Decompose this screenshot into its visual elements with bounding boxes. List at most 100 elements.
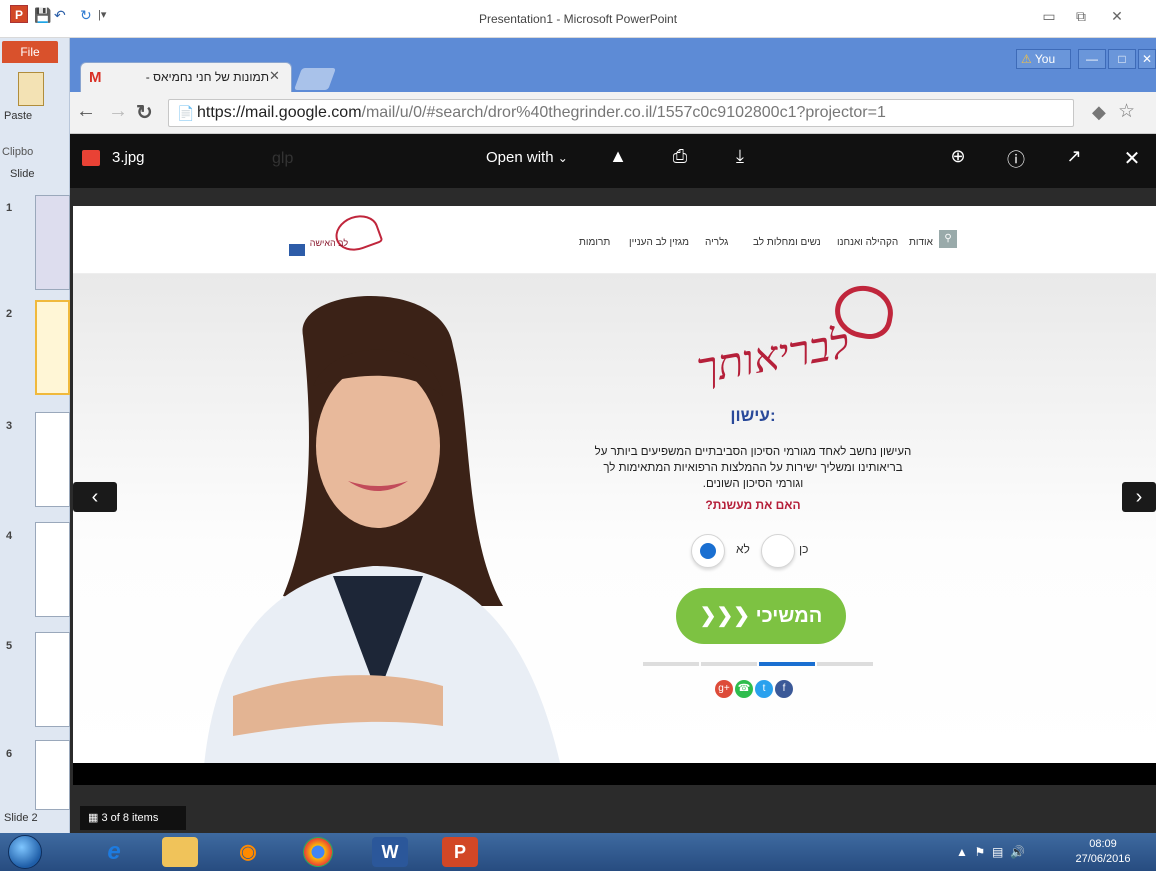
save-icon[interactable]: 💾	[34, 6, 51, 24]
print-icon[interactable]: ⎙	[666, 146, 694, 167]
slide-thumbnail[interactable]	[35, 412, 70, 507]
section-question: האם את מעשנת?	[705, 498, 801, 512]
paste-button-label[interactable]: Paste	[4, 110, 32, 122]
clock-date: 27/06/2016	[1075, 853, 1131, 865]
restore-icon[interactable]: ⧉	[1068, 6, 1094, 26]
bookmark-star-icon[interactable]: ☆	[1118, 100, 1135, 123]
forward-icon[interactable]: →	[108, 100, 128, 123]
powerpoint-logo-icon[interactable]: P	[10, 5, 28, 23]
clipboard-group-label: Clipbo	[2, 146, 34, 158]
items-counter-text: 3 of 8 items	[101, 812, 159, 824]
continue-button: המשיכי ❮❮❮	[676, 588, 846, 644]
whatsapp-icon: ☎	[735, 680, 753, 698]
slide-thumbnail[interactable]	[35, 522, 70, 617]
slide-thumbnail[interactable]	[35, 740, 70, 810]
slide-number: 6	[6, 748, 13, 760]
url-path: /mail/u/0/#search/dror%40thegrinder.co.i…	[361, 104, 886, 121]
system-clock[interactable]: 08:09 27/06/2016	[1058, 837, 1148, 867]
internet-explorer-icon[interactable]: e	[96, 837, 132, 867]
progress-segment	[701, 662, 757, 666]
chrome-restore-icon[interactable]: □	[1108, 49, 1136, 69]
open-in-new-window-icon[interactable]: ↗	[1060, 146, 1088, 167]
progress-segment-active	[759, 662, 815, 666]
site-logo-text: לב האישה	[309, 238, 349, 248]
slide-status-text: Slide 2	[4, 812, 38, 824]
site-search-icon: ⚲	[939, 230, 957, 248]
file-tab[interactable]: File	[2, 41, 58, 63]
powerpoint-taskbar-icon[interactable]: P	[442, 837, 478, 867]
tab-title: תמונות של חני נחמיאס -	[145, 70, 269, 84]
minimize-icon[interactable]: ▭	[1036, 6, 1062, 26]
items-counter[interactable]: ▦ 3 of 8 items	[80, 806, 186, 830]
open-with-button[interactable]: Open with ⌄	[486, 149, 568, 166]
slide-thumbnail[interactable]	[35, 195, 70, 290]
facebook-icon: f	[775, 680, 793, 698]
profile-badge[interactable]: ⚠ You	[1016, 49, 1071, 69]
browser-tab[interactable]: M תמונות של חני נחמיאס - ✕	[80, 62, 292, 92]
profile-name: You	[1034, 52, 1056, 66]
grid-icon: ▦	[88, 812, 99, 824]
system-tray-icons[interactable]: ▲ ⚑ ▤ 🔊	[956, 845, 1025, 859]
next-image-arrow-icon[interactable]: ›	[1122, 482, 1156, 512]
google-drive-icon[interactable]: ▲	[604, 146, 632, 167]
url-text[interactable]: https://mail.google.com/mail/u/0/#search…	[197, 104, 886, 122]
slide-number: 5	[6, 640, 13, 652]
radio-yes	[761, 534, 795, 568]
info-icon[interactable]: ⓘ	[1002, 146, 1030, 172]
file-name: 3.jpg	[112, 149, 145, 166]
nav-item: תרומות	[579, 237, 611, 248]
url-host: https://mail.google.com	[197, 104, 362, 121]
radio-no-label: לא	[736, 542, 750, 556]
address-bar[interactable]: 📄 https://mail.google.com/mail/u/0/#sear…	[168, 99, 1074, 127]
back-icon[interactable]: ←	[76, 100, 96, 123]
woman-portrait	[204, 296, 560, 763]
viewer-bottom-edge	[73, 763, 1156, 785]
undo-icon[interactable]: ↶	[54, 6, 66, 24]
slides-tab-label[interactable]: Slide	[10, 168, 34, 180]
slide-thumbnail[interactable]	[35, 632, 70, 727]
start-button-icon[interactable]	[8, 835, 42, 869]
word-icon[interactable]: W	[372, 837, 408, 867]
paste-icon[interactable]	[18, 72, 44, 106]
close-viewer-icon[interactable]: ✕	[1118, 146, 1146, 171]
slide-thumbnail-selected[interactable]	[35, 300, 70, 395]
page-icon: 📄	[177, 105, 195, 121]
tab-close-icon[interactable]: ✕	[269, 68, 280, 84]
slide-number: 2	[6, 308, 13, 320]
chrome-close-icon[interactable]: ✕	[1138, 49, 1156, 69]
section-title: עישון:	[730, 406, 776, 425]
site-header: ⚲ אודות הקהילה ואנחנו נשים ומחלות לב גלר…	[73, 206, 1156, 274]
previous-image-arrow-icon[interactable]: ‹	[73, 482, 117, 512]
download-icon[interactable]: ⤓	[726, 146, 754, 167]
progress-segment	[643, 662, 699, 666]
zoom-in-icon[interactable]: ⊕	[944, 146, 972, 167]
slide-number: 3	[6, 420, 13, 432]
radio-no-selected	[691, 534, 725, 568]
windows-taskbar: e ◉ W P ▲ ⚑ ▤ 🔊 08:09 27/06/2016	[0, 833, 1156, 871]
redo-icon[interactable]: ↻	[80, 6, 92, 24]
media-player-icon[interactable]: ◉	[230, 837, 266, 867]
close-window-icon[interactable]: ✕	[1104, 6, 1130, 26]
file-explorer-icon[interactable]	[162, 837, 198, 867]
nav-item: הקהילה ואנחנו	[837, 237, 899, 248]
warning-icon: ⚠	[1021, 52, 1032, 66]
chrome-minimize-icon[interactable]: —	[1078, 49, 1106, 69]
gmail-favicon-icon: M	[89, 69, 102, 86]
clock-time: 08:09	[1089, 838, 1117, 850]
twitter-icon: t	[755, 680, 773, 698]
section-body-text: העישון נחשב לאחד מגורמי הסיכון הסביבתיים…	[594, 446, 912, 490]
chrome-taskbar-icon[interactable]	[303, 837, 333, 867]
nav-item: אודות	[909, 237, 933, 248]
nav-item: מגזין לב העניין	[629, 237, 690, 248]
quick-access-dropdown-icon[interactable]: |▾	[98, 6, 106, 24]
chevron-down-icon: ⌄	[557, 151, 568, 165]
site-logo-heart-icon	[330, 209, 384, 257]
reload-icon[interactable]: ↻	[136, 100, 153, 125]
slide-number: 1	[6, 202, 13, 214]
extension-icon[interactable]: ◆	[1092, 102, 1106, 123]
radio-yes-label: כן	[799, 542, 809, 556]
nav-item: נשים ומחלות לב	[753, 237, 821, 248]
google-plus-icon: g+	[715, 680, 733, 698]
powerpoint-title-bar	[0, 0, 1156, 38]
image-file-icon	[82, 150, 100, 166]
